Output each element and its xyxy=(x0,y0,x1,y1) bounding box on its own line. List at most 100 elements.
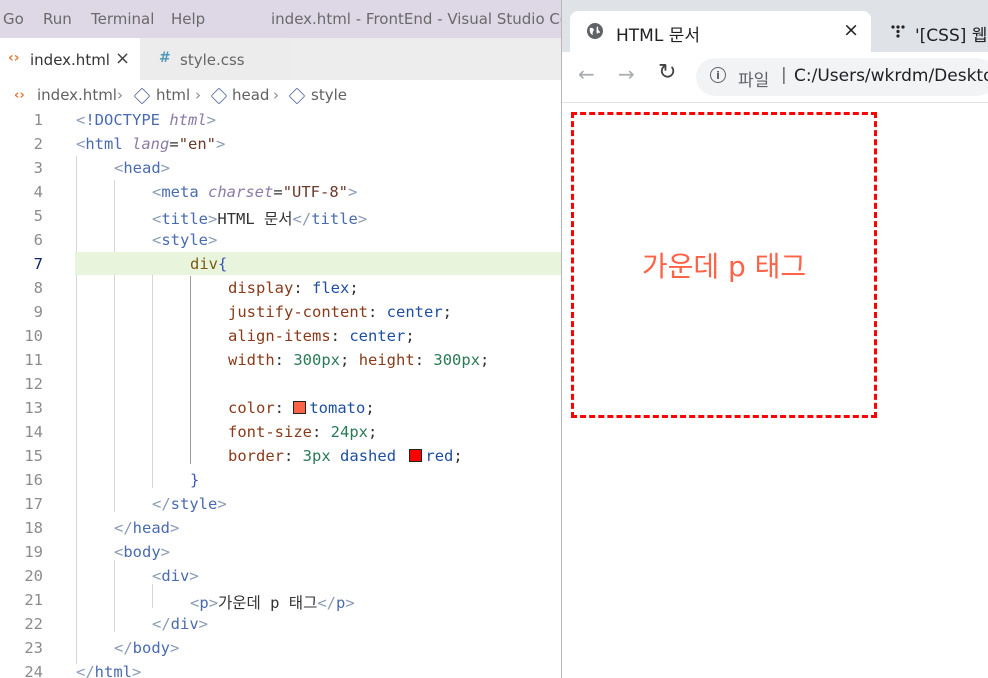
tab-label: index.html xyxy=(30,51,110,69)
line-number: 14 xyxy=(24,423,43,441)
code-token: div xyxy=(190,255,218,273)
code-token: title xyxy=(311,210,358,228)
line-number: 21 xyxy=(24,591,43,609)
editor-tab-bar: ‹› index.html × # style.css xyxy=(0,38,561,80)
browser-tab-strip: HTML 문서 × '[CSS] 웹 xyxy=(562,0,988,52)
code-token: } xyxy=(190,471,200,489)
address-scheme: 파일 xyxy=(738,71,770,91)
code-token: div xyxy=(161,567,190,585)
code-token: align-items xyxy=(228,327,331,345)
element-icon xyxy=(133,87,151,107)
code-line: 18 </head> xyxy=(0,516,561,540)
breadcrumb-item-file[interactable]: index.html xyxy=(37,86,117,104)
address-separator: | xyxy=(781,65,787,85)
color-swatch-icon[interactable] xyxy=(409,449,423,462)
line-number: 12 xyxy=(24,375,43,393)
breadcrumb-item-html[interactable]: html xyxy=(156,86,190,104)
close-icon[interactable]: × xyxy=(115,48,130,69)
code-line: 20 <div> xyxy=(0,564,561,588)
browser-tab-active[interactable]: HTML 문서 × xyxy=(570,11,871,52)
code-token: lang xyxy=(132,135,170,153)
code-token: center xyxy=(349,327,406,345)
code-line: 10 align-items: center; xyxy=(0,324,561,348)
code-token: width xyxy=(228,351,275,369)
browser-window: HTML 문서 × '[CSS] 웹 ← → ↻ i 파일 | C:/Users… xyxy=(562,0,988,678)
code-token: tomato xyxy=(309,399,366,417)
line-number: 6 xyxy=(33,231,43,249)
code-token: px xyxy=(461,351,481,369)
code-line: 15 border: 3px dashed red; xyxy=(0,444,561,468)
code-token: body xyxy=(123,543,161,561)
code-token: px xyxy=(349,423,369,441)
color-swatch-icon[interactable] xyxy=(293,401,307,414)
info-icon[interactable]: i xyxy=(710,67,726,83)
vscode-window: Go Run Terminal Help index.html - FrontE… xyxy=(0,0,561,678)
line-number: 2 xyxy=(33,135,43,153)
line-number: 23 xyxy=(24,639,43,657)
code-token: 300 xyxy=(433,351,462,369)
line-number: 19 xyxy=(24,543,43,561)
tab-label: style.css xyxy=(180,51,245,69)
tab-style-css[interactable]: # style.css xyxy=(141,38,289,80)
menu-run[interactable]: Run xyxy=(43,10,72,28)
code-token: style xyxy=(170,495,218,513)
reload-icon[interactable]: ↻ xyxy=(658,60,676,85)
menu-help[interactable]: Help xyxy=(171,10,205,28)
dashed-box: 가운데 p 태그 xyxy=(571,112,877,418)
line-number: 22 xyxy=(24,615,43,633)
back-arrow-icon[interactable]: ← xyxy=(578,62,595,86)
line-number: 15 xyxy=(24,447,43,465)
address-bar[interactable]: i 파일 | C:/Users/wkrdm/Desktop xyxy=(696,58,988,96)
code-token: flex xyxy=(312,279,350,297)
code-editor[interactable]: 1 <!DOCTYPE html> 2 <html lang="en"> 3 <… xyxy=(0,108,561,678)
code-line: 3 <head> xyxy=(0,156,561,180)
forward-arrow-icon[interactable]: → xyxy=(618,62,635,86)
line-number: 8 xyxy=(33,279,43,297)
code-token: 3 xyxy=(302,447,313,465)
close-icon[interactable]: × xyxy=(843,19,859,41)
code-token: height xyxy=(358,351,415,369)
code-line: 16 } xyxy=(0,468,561,492)
code-token: border xyxy=(228,447,284,465)
code-line: 23 </body> xyxy=(0,636,561,660)
code-line: 6 <style> xyxy=(0,228,561,252)
breadcrumb-item-style[interactable]: style xyxy=(311,86,347,104)
globe-icon xyxy=(587,23,603,39)
code-token: 24 xyxy=(330,423,350,441)
line-number: 1 xyxy=(33,111,43,129)
html-file-icon: ‹› xyxy=(14,88,25,103)
page-viewport: 가운데 p 태그 xyxy=(562,103,988,678)
code-line: 2 <html lang="en"> xyxy=(0,132,561,156)
code-token: px xyxy=(321,351,341,369)
code-line: 9 justify-content: center; xyxy=(0,300,561,324)
line-number: 4 xyxy=(33,183,43,201)
element-icon xyxy=(288,87,306,107)
code-token: center xyxy=(386,303,443,321)
code-line: 8 display: flex; xyxy=(0,276,561,300)
browser-tab-title: '[CSS] 웹 xyxy=(915,26,988,46)
code-token: display xyxy=(228,279,294,297)
code-token: color xyxy=(228,399,275,417)
menu-terminal[interactable]: Terminal xyxy=(91,10,154,28)
code-token: justify-content xyxy=(228,303,368,321)
code-token: p xyxy=(336,594,346,612)
site-favicon-icon xyxy=(890,24,906,42)
browser-tab[interactable]: '[CSS] 웹 xyxy=(880,11,988,52)
line-number: 24 xyxy=(24,663,43,678)
line-number: 18 xyxy=(24,519,43,537)
address-url[interactable]: C:/Users/wkrdm/Desktop xyxy=(794,66,988,86)
line-number: 17 xyxy=(24,495,43,513)
code-line: 21 <p>가운데 p 태그</p> xyxy=(0,588,561,612)
line-number: 20 xyxy=(24,567,43,585)
code-token: body xyxy=(132,639,170,657)
code-token: { xyxy=(218,255,228,273)
tab-index-html[interactable]: ‹› index.html × xyxy=(0,38,140,80)
code-token: dashed xyxy=(340,447,397,465)
menu-go[interactable]: Go xyxy=(3,10,24,28)
current-line-highlight xyxy=(75,252,561,275)
code-line: 22 </div> xyxy=(0,612,561,636)
code-line: 19 <body> xyxy=(0,540,561,564)
breadcrumb-item-head[interactable]: head xyxy=(232,86,269,104)
code-line: 13 color: tomato; xyxy=(0,396,561,420)
code-token: font-size xyxy=(228,423,312,441)
